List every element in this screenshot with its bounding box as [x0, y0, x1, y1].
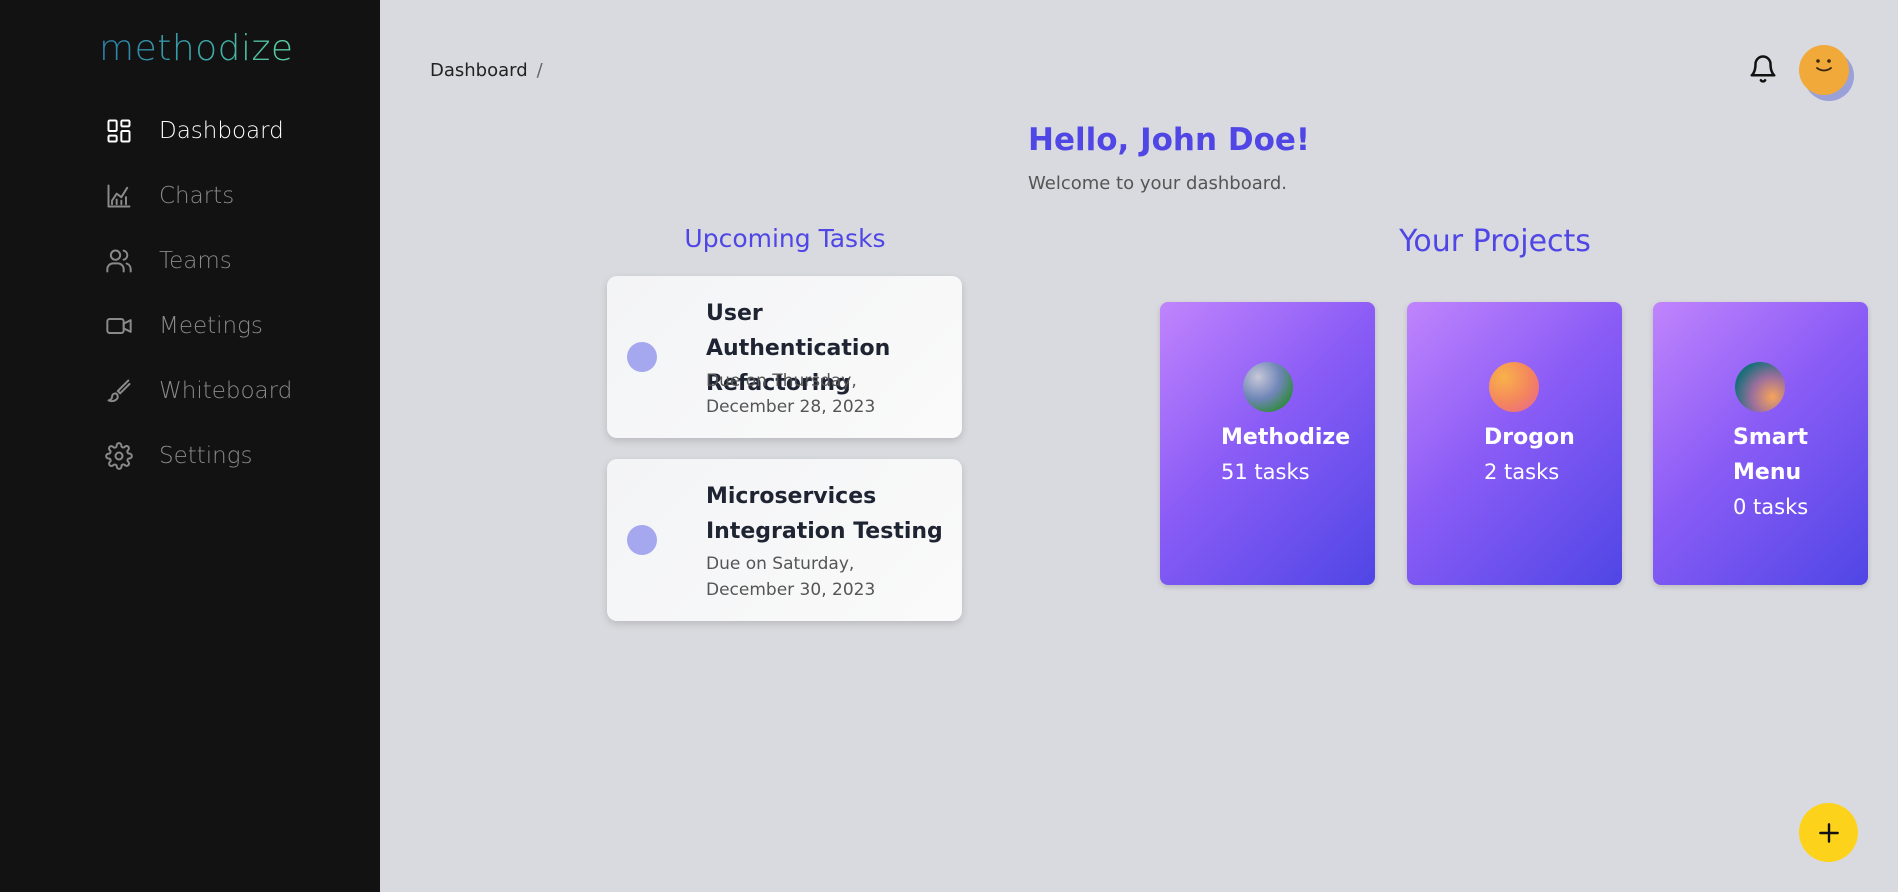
sidebar-item-teams[interactable]: Teams: [104, 228, 292, 293]
plus-icon: [1818, 822, 1839, 843]
project-card-methodize[interactable]: Methodize 51 tasks: [1160, 302, 1375, 585]
task-card[interactable]: User Authentication Refactoring Due on T…: [607, 276, 962, 438]
breadcrumb: Dashboard /: [430, 60, 543, 81]
users-icon: [104, 246, 134, 276]
project-name: Drogon: [1484, 425, 1575, 450]
breadcrumb-item-dashboard[interactable]: Dashboard: [430, 60, 528, 81]
brush-icon: [104, 376, 134, 406]
task-status-dot[interactable]: [627, 342, 657, 372]
avatar[interactable]: [1799, 45, 1849, 95]
project-task-count: 51 tasks: [1221, 460, 1310, 484]
project-name: Methodize: [1221, 425, 1351, 450]
add-button[interactable]: [1799, 803, 1858, 862]
task-status-dot[interactable]: [627, 525, 657, 555]
breadcrumb-separator: /: [536, 60, 543, 81]
task-name: Microservices Integration Testing: [706, 484, 943, 544]
project-card-smart-menu[interactable]: Smart Menu 0 tasks: [1653, 302, 1868, 585]
chart-icon: [104, 181, 134, 211]
sidebar-item-label: Teams: [159, 247, 232, 274]
project-avatar: [1243, 362, 1293, 412]
welcome-text: Welcome to your dashboard.: [1028, 173, 1287, 194]
sidebar-item-label: Meetings: [159, 312, 263, 339]
app-logo[interactable]: methodize: [99, 28, 294, 69]
sidebar-item-meetings[interactable]: Meetings: [104, 293, 292, 358]
sidebar-item-whiteboard[interactable]: Whiteboard: [104, 358, 292, 423]
sidebar-item-label: Dashboard: [159, 117, 284, 144]
project-info: Methodize 51 tasks: [1221, 420, 1361, 490]
your-projects-title: Your Projects: [1399, 224, 1591, 259]
avatar-face-icon: [1816, 59, 1832, 72]
bell-icon[interactable]: [1748, 52, 1778, 86]
project-name: Smart Menu: [1733, 425, 1808, 485]
sidebar-item-charts[interactable]: Charts: [104, 163, 292, 228]
project-task-count: 0 tasks: [1733, 495, 1809, 519]
upcoming-tasks-title: Upcoming Tasks: [684, 224, 886, 253]
video-icon: [104, 311, 134, 341]
sidebar-item-label: Whiteboard: [159, 377, 293, 404]
task-due-date: Due on Saturday, December 30, 2023: [706, 554, 876, 600]
project-info: Drogon 2 tasks: [1484, 420, 1624, 490]
sidebar-nav: Dashboard Charts Teams Meetings Whiteboa…: [104, 98, 292, 488]
sidebar-item-label: Settings: [159, 442, 253, 469]
dashboard-icon: [104, 116, 134, 146]
project-avatar: [1489, 362, 1539, 412]
project-info: Smart Menu 0 tasks: [1733, 420, 1853, 525]
task-card[interactable]: Microservices Integration Testing Due on…: [607, 459, 962, 621]
project-task-count: 2 tasks: [1484, 460, 1560, 484]
project-avatar: [1735, 362, 1785, 412]
sidebar-item-label: Charts: [159, 182, 235, 209]
sidebar: methodize Dashboard Charts Teams Meeting…: [0, 0, 380, 892]
sidebar-item-dashboard[interactable]: Dashboard: [104, 98, 292, 163]
task-due-date: Due on Thursday, December 28, 2023: [706, 371, 876, 417]
project-card-drogon[interactable]: Drogon 2 tasks: [1407, 302, 1622, 585]
sidebar-item-settings[interactable]: Settings: [104, 423, 292, 488]
page-title: Hello, John Doe!: [1028, 122, 1311, 158]
gear-icon: [104, 441, 134, 471]
